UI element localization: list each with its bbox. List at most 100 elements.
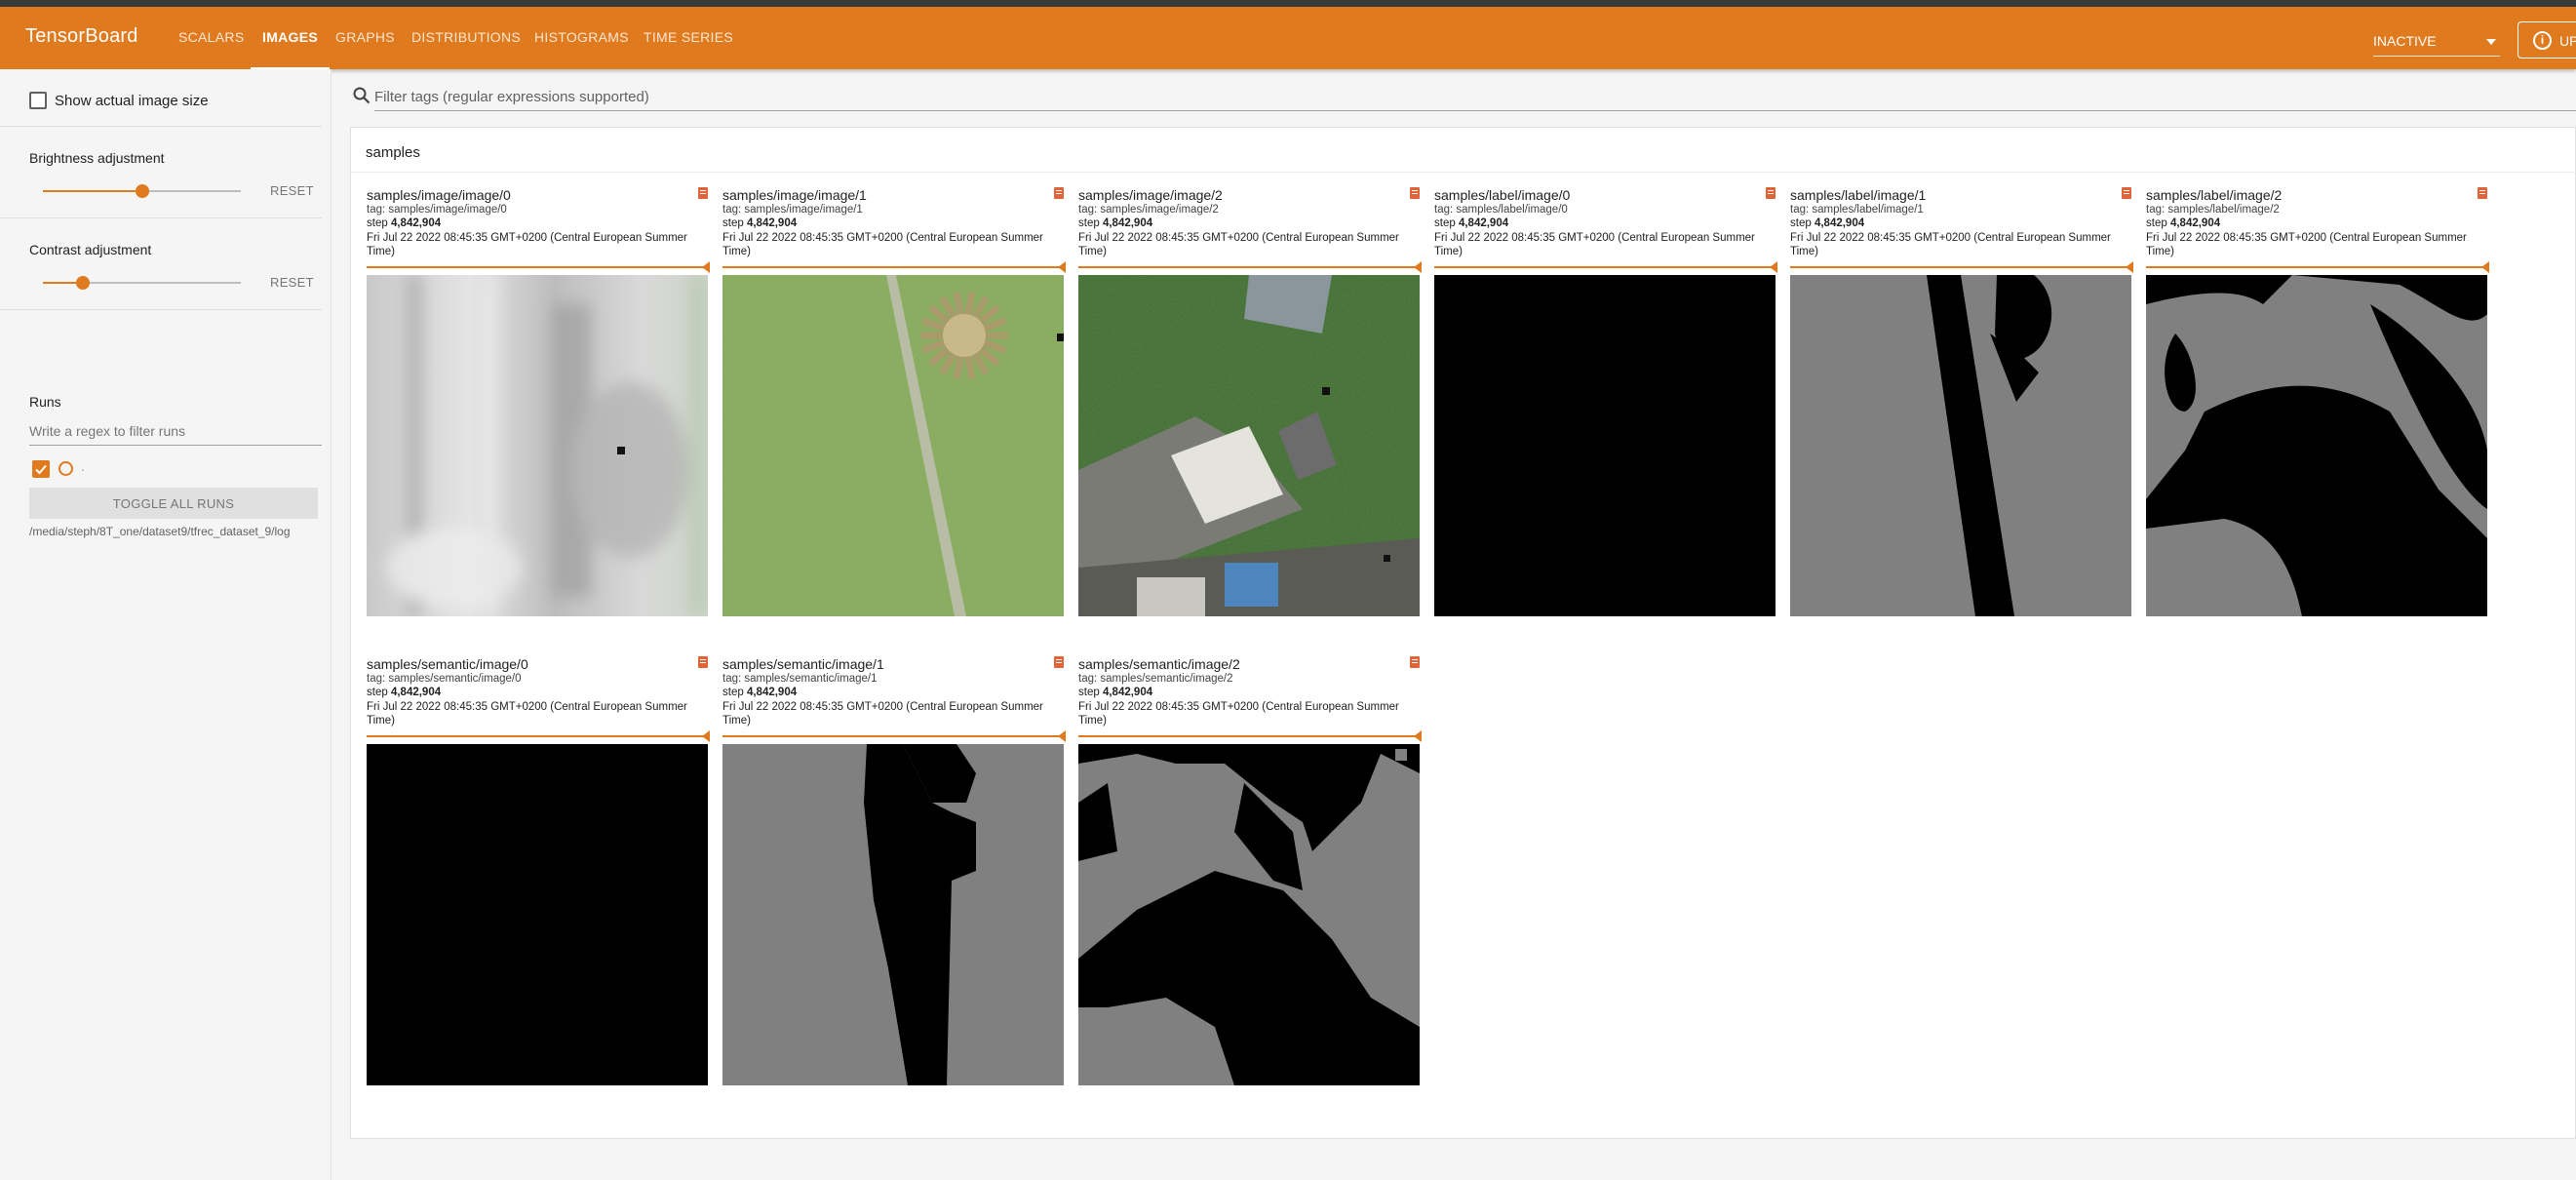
run-checkbox[interactable] (32, 460, 50, 478)
panel-image (722, 744, 1064, 1085)
panel-step: step 4,842,904 (1434, 217, 1508, 229)
fullscreen-toggle-icon[interactable] (698, 656, 708, 668)
panel-timestamp: Fri Jul 22 2022 08:45:35 GMT+0200 (Centr… (722, 232, 1043, 257)
run-color-circle[interactable] (59, 461, 73, 476)
reload-status-value: INACTIVE (2373, 33, 2437, 49)
sidebar: Show actual image size Brightness adjust… (0, 69, 332, 1180)
panel-step-label: step (1434, 217, 1456, 229)
runs-section: Runs . TOGGLE ALL RUNS /media/steph/8T_o… (0, 310, 322, 603)
contrast-label: Contrast adjustment (29, 242, 152, 257)
upload-button[interactable]: i UP (2517, 21, 2576, 59)
fullscreen-toggle-icon[interactable] (2122, 187, 2131, 199)
image-panel: samples/image/image/1 tag: samples/image/… (722, 187, 1066, 616)
tab-time-series[interactable]: TIME SERIES (644, 29, 733, 45)
brightness-slider[interactable] (43, 184, 241, 198)
show-actual-size-label: Show actual image size (55, 93, 209, 109)
panel-step: step 4,842,904 (722, 217, 797, 229)
fullscreen-toggle-icon[interactable] (1410, 656, 1420, 668)
panel-step: step 4,842,904 (1078, 687, 1152, 698)
info-icon: i (2533, 31, 2552, 50)
step-slider-thumb[interactable] (2481, 261, 2489, 273)
toggle-all-runs-button[interactable]: TOGGLE ALL RUNS (29, 488, 318, 519)
panel-step-value: 4,842,904 (390, 217, 442, 229)
contrast-slider-thumb[interactable] (76, 276, 90, 290)
panel-title: samples/image/image/2 (1078, 187, 1223, 203)
reload-status-select[interactable]: INACTIVE (2373, 25, 2500, 57)
panel-step-value: 4,842,904 (1102, 217, 1153, 229)
panel-step-label: step (722, 217, 744, 229)
step-slider[interactable] (1078, 261, 1422, 273)
step-slider[interactable] (367, 730, 710, 742)
panel-image (1434, 275, 1776, 616)
panel-step-value: 4,842,904 (746, 687, 798, 698)
step-slider-thumb[interactable] (702, 730, 710, 742)
panel-step: step 4,842,904 (367, 687, 441, 698)
run-name: . (81, 458, 85, 474)
panel-step-label: step (1790, 217, 1812, 229)
tab-images[interactable]: IMAGES (250, 29, 331, 69)
image-panel: samples/semantic/image/2 tag: samples/sem… (1078, 656, 1422, 1085)
tab-graphs[interactable]: GRAPHS (335, 29, 395, 45)
panel-step: step 4,842,904 (1790, 217, 1864, 229)
panel-tag: tag: samples/image/image/2 (1078, 204, 1219, 216)
panel-title: samples/semantic/image/1 (722, 656, 884, 672)
fullscreen-toggle-icon[interactable] (698, 187, 708, 199)
tag-filter-input[interactable] (374, 84, 2576, 111)
brightness-reset-button[interactable]: RESET (270, 183, 314, 198)
fullscreen-toggle-icon[interactable] (1410, 187, 1420, 199)
step-slider[interactable] (1790, 261, 2133, 273)
panel-step-value: 4,842,904 (390, 687, 442, 698)
step-slider-thumb[interactable] (1414, 261, 1422, 273)
step-slider[interactable] (2146, 261, 2489, 273)
panel-timestamp: Fri Jul 22 2022 08:45:35 GMT+0200 (Centr… (1434, 232, 1755, 257)
panel-title: samples/label/image/1 (1790, 187, 1927, 203)
tab-scalars[interactable]: SCALARS (178, 29, 244, 45)
panel-step: step 4,842,904 (367, 217, 441, 229)
panel-tag: tag: samples/semantic/image/0 (367, 673, 522, 685)
panel-timestamp: Fri Jul 22 2022 08:45:35 GMT+0200 (Centr… (2146, 232, 2467, 257)
panel-image (367, 744, 708, 1085)
panel-timestamp: Fri Jul 22 2022 08:45:35 GMT+0200 (Centr… (1790, 232, 2111, 257)
brightness-slider-thumb[interactable] (136, 184, 149, 198)
image-panel: samples/semantic/image/1 tag: samples/sem… (722, 656, 1066, 1085)
panel-title: samples/label/image/2 (2146, 187, 2283, 203)
panel-tag: tag: samples/semantic/image/1 (722, 673, 878, 685)
runs-filter-input[interactable] (29, 416, 322, 446)
step-slider[interactable] (1078, 730, 1422, 742)
fullscreen-toggle-icon[interactable] (1054, 187, 1064, 199)
step-slider-thumb[interactable] (1414, 730, 1422, 742)
panel-step-label: step (722, 687, 744, 698)
step-slider[interactable] (722, 261, 1066, 273)
step-slider-thumb[interactable] (702, 261, 710, 273)
panel-title: samples/semantic/image/0 (367, 656, 528, 672)
panel-image (1790, 275, 2131, 616)
fullscreen-toggle-icon[interactable] (1766, 187, 1776, 199)
step-slider[interactable] (1434, 261, 1777, 273)
search-icon (353, 87, 371, 104)
panel-image (1078, 275, 1420, 616)
contrast-reset-button[interactable]: RESET (270, 275, 314, 290)
step-slider-thumb[interactable] (1058, 730, 1066, 742)
step-slider[interactable] (722, 730, 1066, 742)
image-group-card: samples samples/image/image/0 tag: sample… (350, 127, 2576, 1139)
fullscreen-toggle-icon[interactable] (2478, 187, 2487, 199)
panel-tag: tag: samples/label/image/2 (2146, 204, 2280, 216)
step-slider-thumb[interactable] (1770, 261, 1777, 273)
show-actual-size-checkbox[interactable] (29, 92, 47, 109)
fullscreen-toggle-icon[interactable] (1054, 656, 1064, 668)
brightness-label: Brightness adjustment (29, 150, 165, 166)
step-slider-thumb[interactable] (2126, 261, 2133, 273)
panel-step: step 4,842,904 (722, 687, 797, 698)
panel-step-value: 4,842,904 (1102, 687, 1153, 698)
tab-distributions[interactable]: DISTRIBUTIONS (411, 29, 521, 45)
contrast-section: Contrast adjustment RESET (0, 218, 322, 310)
panel-tag: tag: samples/image/image/1 (722, 204, 863, 216)
step-slider-thumb[interactable] (1058, 261, 1066, 273)
panel-tag: tag: samples/semantic/image/2 (1078, 673, 1233, 685)
panel-step-value: 4,842,904 (1458, 217, 1509, 229)
tab-histograms[interactable]: HISTOGRAMS (534, 29, 629, 45)
image-panel: samples/label/image/1 tag: samples/label/… (1790, 187, 2133, 616)
panel-timestamp: Fri Jul 22 2022 08:45:35 GMT+0200 (Centr… (367, 232, 687, 257)
step-slider[interactable] (367, 261, 710, 273)
contrast-slider[interactable] (43, 276, 241, 290)
